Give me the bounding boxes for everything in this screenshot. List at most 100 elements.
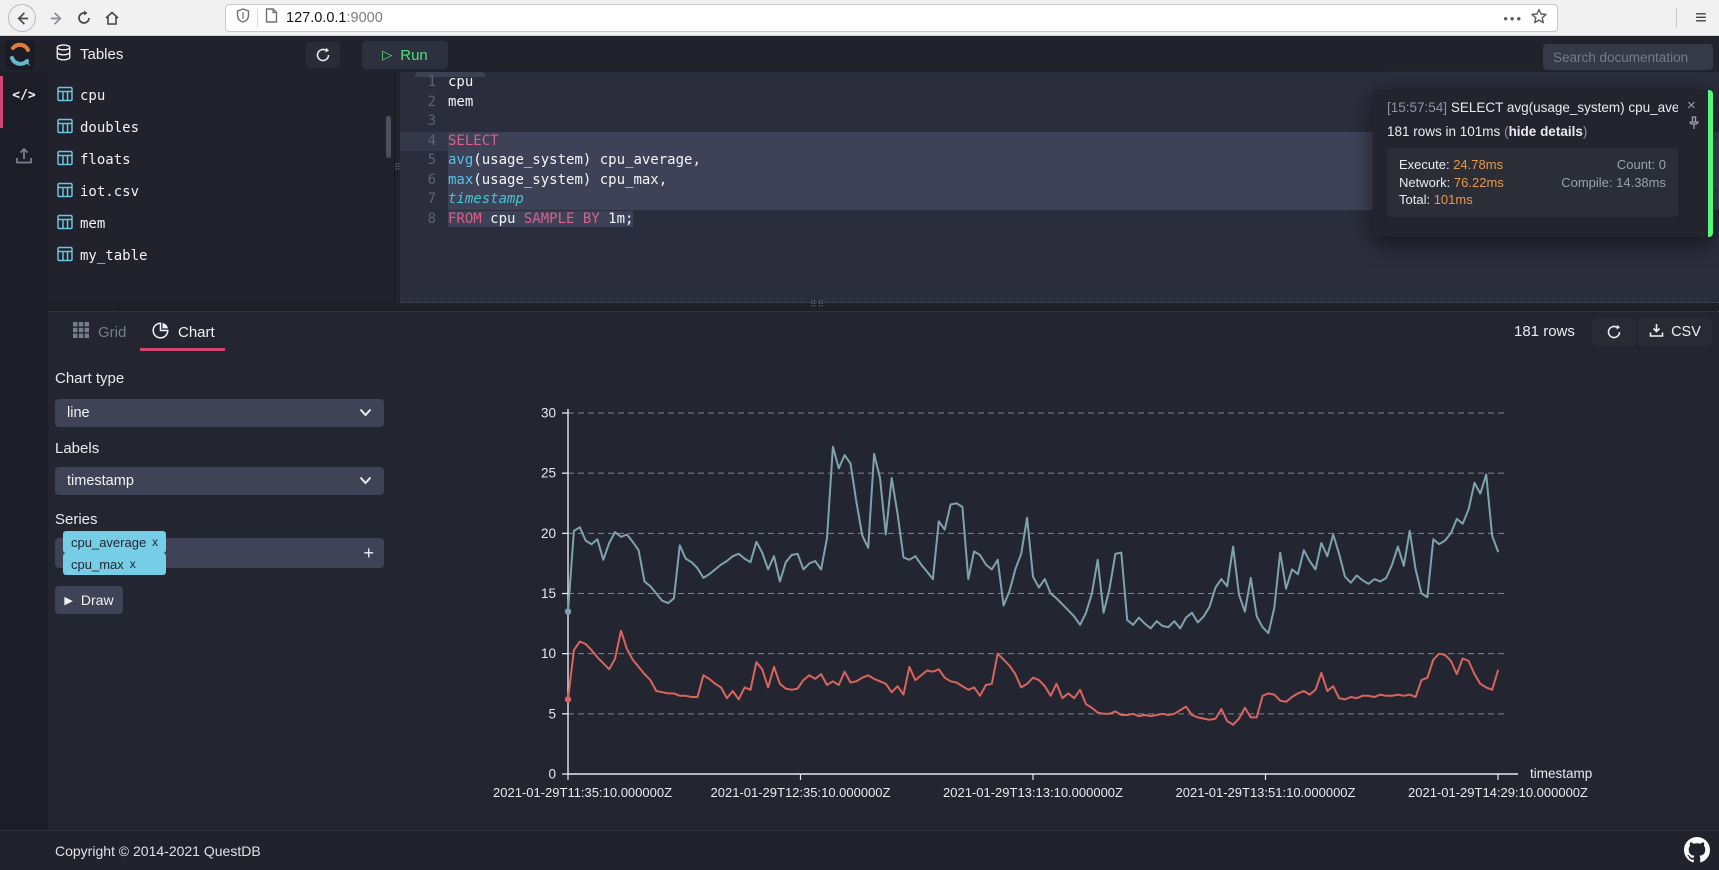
x-axis-tick-label: 2021-01-29T12:35:10.000000Z bbox=[711, 785, 891, 800]
table-icon bbox=[57, 214, 73, 235]
database-icon bbox=[55, 44, 72, 65]
copyright-text: Copyright © 2014-2021 QuestDB bbox=[55, 843, 261, 859]
results-refresh-button[interactable] bbox=[1592, 318, 1636, 346]
close-icon[interactable]: × bbox=[1687, 98, 1696, 113]
table-icon bbox=[57, 246, 73, 267]
hamburger-menu-icon[interactable]: ≡ bbox=[1688, 5, 1714, 31]
import-upload-icon[interactable] bbox=[14, 146, 34, 171]
browser-reload-icon[interactable] bbox=[70, 4, 98, 32]
chart-type-label: Chart type bbox=[55, 370, 124, 387]
remove-chip-icon[interactable]: x bbox=[152, 535, 158, 549]
series-chip[interactable]: cpu_averagex bbox=[63, 531, 166, 553]
x-axis-tick-label: 2021-01-29T14:29:10.000000Z bbox=[1408, 785, 1588, 800]
table-icon bbox=[57, 118, 73, 139]
footer: Copyright © 2014-2021 QuestDB bbox=[0, 830, 1719, 870]
tables-refresh-button[interactable] bbox=[306, 42, 340, 68]
y-axis-tick-label: 5 bbox=[548, 706, 556, 721]
y-axis-tick-label: 0 bbox=[548, 767, 556, 782]
download-icon bbox=[1649, 323, 1664, 342]
line-number: 6 bbox=[400, 171, 436, 191]
tables-panel-title: Tables bbox=[55, 44, 123, 65]
bookmark-star-icon[interactable] bbox=[1531, 8, 1547, 29]
browser-back-icon[interactable] bbox=[8, 4, 36, 32]
y-axis-tick-label: 25 bbox=[541, 466, 556, 481]
line-number: 3 bbox=[400, 112, 436, 132]
browser-url-bar[interactable]: 127.0.0.1:9000 ••• bbox=[225, 4, 1558, 32]
page-actions-icon[interactable]: ••• bbox=[1503, 11, 1523, 26]
table-list-item[interactable]: my_table bbox=[48, 240, 394, 272]
tables-sidebar: cpudoublesfloatsiot.csvmemmy_table bbox=[48, 72, 395, 303]
table-icon bbox=[57, 150, 73, 171]
table-list-item[interactable]: floats bbox=[48, 144, 394, 176]
table-list-item[interactable]: mem bbox=[48, 208, 394, 240]
url-text[interactable]: 127.0.0.1:9000 bbox=[286, 10, 383, 26]
y-axis-tick-label: 20 bbox=[541, 526, 556, 541]
hide-details-link[interactable]: hide details bbox=[1509, 124, 1583, 139]
search-documentation-input[interactable] bbox=[1543, 44, 1713, 70]
table-icon bbox=[57, 182, 73, 203]
series-line-cpu_max bbox=[568, 447, 1498, 634]
shield-icon[interactable] bbox=[236, 8, 250, 28]
pie-chart-icon bbox=[152, 322, 169, 343]
urlbar-divider bbox=[257, 9, 258, 27]
vertical-splitter-handle[interactable]: ⠿ bbox=[394, 164, 408, 170]
x-axis-tick-label: 2021-01-29T11:35:10.000000Z bbox=[493, 785, 672, 800]
y-axis-tick-label: 15 bbox=[541, 586, 556, 601]
x-axis-tick-label: 2021-01-29T13:13:10.000000Z bbox=[943, 785, 1123, 800]
active-tab-underline bbox=[140, 348, 225, 351]
browser-forward-icon[interactable] bbox=[42, 4, 70, 32]
draw-button[interactable]: ▶ Draw bbox=[55, 586, 123, 614]
tab-grid[interactable]: Grid bbox=[73, 322, 126, 342]
browser-toolbar: 127.0.0.1:9000 ••• ≡ bbox=[0, 0, 1719, 36]
browser-home-icon[interactable] bbox=[98, 4, 126, 32]
github-icon[interactable] bbox=[1684, 837, 1710, 868]
y-axis-tick-label: 30 bbox=[541, 406, 556, 421]
line-number: 8 bbox=[400, 210, 436, 230]
questdb-logo[interactable] bbox=[5, 40, 35, 70]
notification-rows-summary: 181 rows in 101ms (hide details) bbox=[1387, 124, 1678, 139]
chevron-down-icon bbox=[359, 473, 372, 489]
table-list-item[interactable]: iot.csv bbox=[48, 176, 394, 208]
pin-icon[interactable] bbox=[1688, 116, 1700, 133]
series-chip[interactable]: cpu_maxx bbox=[63, 553, 166, 575]
query-notification-popup: [15:57:54] SELECT avg(usage_system) cpu_… bbox=[1373, 90, 1713, 237]
rows-count-label: 181 rows bbox=[1514, 323, 1575, 340]
tab-chart[interactable]: Chart bbox=[152, 322, 215, 343]
series-label: Series bbox=[55, 511, 98, 528]
series-input[interactable]: cpu_averagexcpu_maxx + bbox=[55, 538, 384, 568]
y-axis-tick-label: 10 bbox=[541, 646, 556, 661]
x-axis-tick-label: 2021-01-29T13:51:10.000000Z bbox=[1176, 785, 1356, 800]
csv-download-button[interactable]: CSV bbox=[1638, 318, 1712, 346]
x-axis-title: timestamp bbox=[1530, 766, 1592, 781]
line-number: 1 bbox=[400, 73, 436, 93]
app-header bbox=[0, 36, 1719, 72]
table-icon bbox=[57, 86, 73, 107]
line-number: 2 bbox=[400, 93, 436, 113]
sidebar-scrollbar[interactable] bbox=[386, 116, 391, 158]
play-icon: ▷ bbox=[382, 48, 392, 63]
chart-type-select[interactable]: line bbox=[55, 399, 384, 427]
left-icon-rail bbox=[0, 72, 48, 830]
play-icon: ▶ bbox=[64, 594, 72, 607]
line-number: 7 bbox=[400, 190, 436, 210]
notification-details-box: Execute: 24.78ms Network: 76.22ms Total:… bbox=[1387, 148, 1678, 217]
page-info-icon[interactable] bbox=[265, 8, 278, 28]
notification-query-text: [15:57:54] SELECT avg(usage_system) cpu_… bbox=[1387, 100, 1678, 115]
series-line-cpu_average bbox=[568, 631, 1498, 725]
horizontal-splitter-handle[interactable]: ⠿⠿ bbox=[810, 301, 825, 307]
remove-chip-icon[interactable]: x bbox=[130, 557, 136, 571]
grid-icon bbox=[73, 322, 89, 342]
line-number: 4 bbox=[400, 132, 436, 152]
chevron-down-icon bbox=[359, 405, 372, 421]
console-code-icon[interactable]: </> bbox=[0, 88, 48, 103]
horizontal-splitter[interactable]: ⠿⠿ bbox=[48, 303, 1719, 311]
run-button[interactable]: ▷ Run bbox=[362, 41, 448, 69]
labels-label: Labels bbox=[55, 440, 99, 457]
labels-select[interactable]: timestamp bbox=[55, 467, 384, 495]
add-series-icon[interactable]: + bbox=[363, 543, 374, 564]
toolbar-divider bbox=[1676, 8, 1677, 28]
table-list-item[interactable]: cpu bbox=[48, 80, 394, 112]
line-chart: 0 5 10 15 20 25 30 2021-01-29T11:35:10.000000Z 2… bbox=[400, 356, 1719, 811]
results-panel: Grid Chart 181 rows CSV Chart type line … bbox=[48, 311, 1719, 830]
table-list-item[interactable]: doubles bbox=[48, 112, 394, 144]
